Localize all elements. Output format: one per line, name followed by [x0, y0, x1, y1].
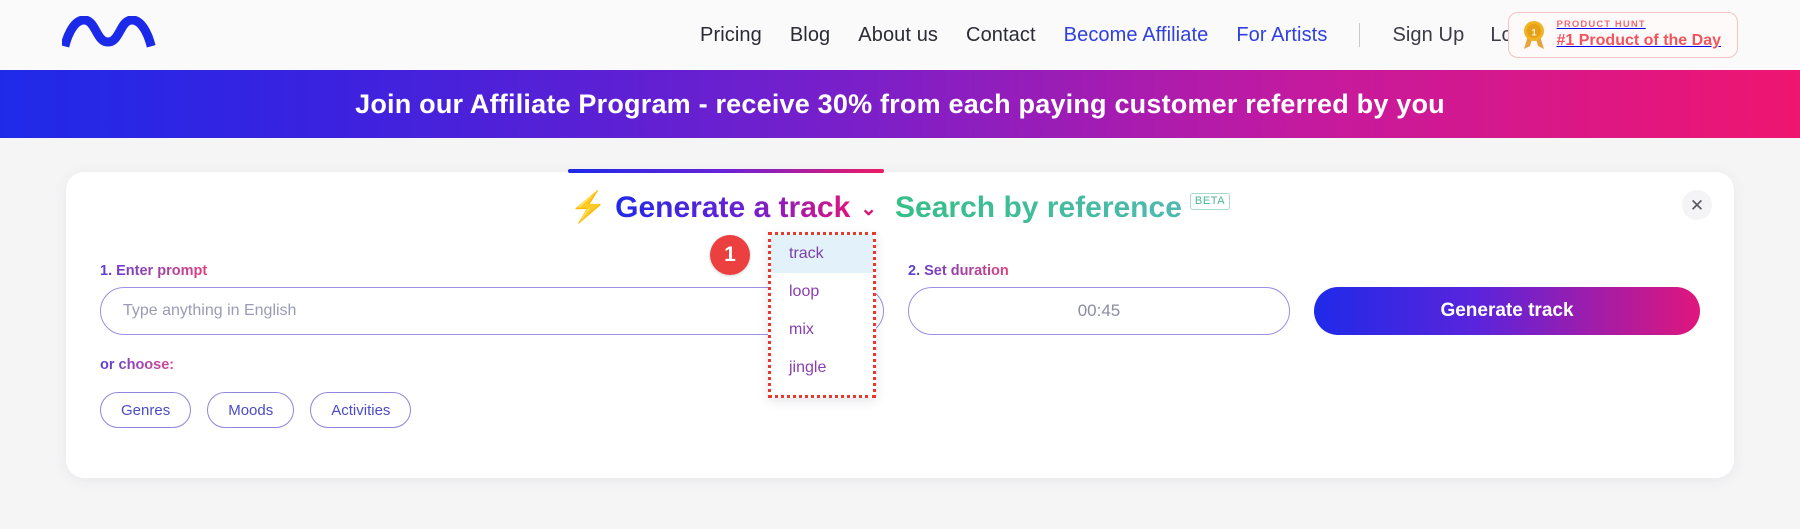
affiliate-banner-text: Join our Affiliate Program - receive 30%…	[355, 88, 1445, 119]
category-chips: Genres Moods Activities	[100, 392, 1700, 428]
nav-item-about-us[interactable]: About us	[858, 24, 938, 47]
nav-divider	[1359, 23, 1361, 47]
product-hunt-title: #1 Product of the Day	[1556, 32, 1721, 50]
generate-track-button[interactable]: Generate track	[1314, 287, 1700, 335]
close-icon[interactable]: ✕	[1682, 190, 1712, 220]
product-hunt-text: PRODUCT HUNT #1 Product of the Day	[1557, 19, 1721, 50]
chip-activities[interactable]: Activities	[310, 392, 412, 428]
chevron-down-icon[interactable]: ⌄	[860, 196, 877, 221]
tab-generate-a-track[interactable]: ⚡ Generate a track ⌄	[570, 191, 877, 225]
generator-card: ⚡ Generate a track ⌄ Search by reference…	[66, 169, 1734, 478]
medal-icon: 1	[1521, 20, 1547, 50]
sign-up-link[interactable]: Sign Up	[1392, 24, 1464, 47]
nav-item-pricing[interactable]: Pricing	[700, 24, 762, 47]
product-hunt-kicker: PRODUCT HUNT	[1556, 19, 1646, 31]
generate-button-group: Generate track	[1314, 262, 1700, 335]
tab-search-by-reference[interactable]: Search by reference BETA	[895, 191, 1231, 225]
main-nav: Pricing Blog About us Contact Become Aff…	[700, 0, 1547, 70]
dropdown-option-loop[interactable]: loop	[771, 273, 873, 311]
or-choose-label: or choose:	[100, 357, 175, 373]
form-row: 1. Enter prompt 2. Set duration Generate…	[100, 262, 1700, 335]
duration-input[interactable]	[908, 287, 1290, 335]
affiliate-banner[interactable]: Join our Affiliate Program - receive 30%…	[0, 70, 1800, 138]
tab-search-label: Search by reference	[895, 191, 1182, 224]
chip-moods[interactable]: Moods	[207, 392, 295, 428]
prompt-label: 1. Enter prompt	[100, 263, 208, 279]
product-hunt-badge[interactable]: 1 PRODUCT HUNT #1 Product of the Day	[1507, 12, 1738, 58]
prompt-field-group: 1. Enter prompt	[100, 262, 884, 335]
dropdown-option-mix[interactable]: mix	[771, 311, 873, 349]
page-root: Pricing Blog About us Contact Become Aff…	[0, 0, 1800, 529]
duration-label: 2. Set duration	[908, 263, 1009, 279]
site-header: Pricing Blog About us Contact Become Aff…	[0, 0, 1800, 70]
annotation-step-badge: 1	[710, 235, 750, 275]
logo-link[interactable]	[60, 14, 172, 56]
duration-field-group: 2. Set duration	[908, 262, 1290, 335]
generator-form: 1. Enter prompt 2. Set duration Generate…	[100, 262, 1700, 428]
chip-genres[interactable]: Genres	[100, 392, 192, 428]
tab-generate-label: Generate a track	[615, 191, 851, 224]
beta-badge: BETA	[1189, 193, 1231, 211]
nav-item-for-artists[interactable]: For Artists	[1236, 24, 1327, 47]
svg-text:1: 1	[1531, 28, 1536, 38]
track-type-dropdown[interactable]: track loop mix jingle	[768, 232, 876, 398]
dropdown-option-jingle[interactable]: jingle	[771, 349, 873, 387]
card-tabs: ⚡ Generate a track ⌄ Search by reference…	[66, 172, 1734, 232]
wave-logo-icon	[60, 14, 162, 55]
nav-item-contact[interactable]: Contact	[966, 24, 1036, 47]
nav-item-become-affiliate[interactable]: Become Affiliate	[1064, 24, 1209, 47]
nav-item-blog[interactable]: Blog	[790, 24, 830, 47]
dropdown-option-track[interactable]: track	[771, 235, 873, 273]
lightning-bolt-icon: ⚡	[569, 191, 608, 224]
prompt-input[interactable]	[100, 287, 884, 335]
